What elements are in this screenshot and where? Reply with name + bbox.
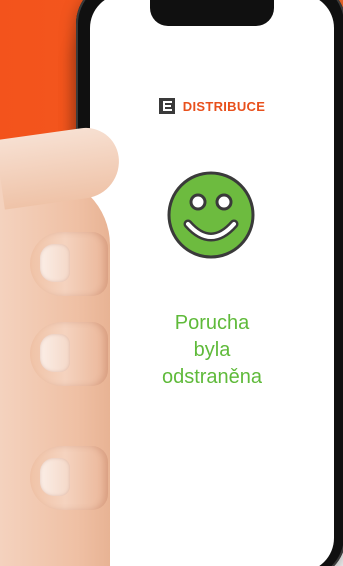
photo-scene: DISTRIBUCE Porucha byla odstraněna xyxy=(0,0,343,566)
status-line-2: byla xyxy=(193,339,231,361)
index-finger xyxy=(30,232,108,296)
fingernail xyxy=(40,334,70,372)
phone-notch xyxy=(150,0,274,26)
middle-finger xyxy=(30,322,108,386)
fingernail xyxy=(40,458,70,496)
smiley-face-icon xyxy=(167,171,255,259)
phone-screen: DISTRIBUCE Porucha byla odstraněna xyxy=(90,0,334,566)
cez-logo-mark-icon xyxy=(158,98,175,114)
ring-finger xyxy=(30,446,108,510)
fingernail xyxy=(40,244,70,282)
status-message: Porucha byla odstraněna xyxy=(90,310,334,391)
brand-logo: DISTRIBUCE xyxy=(90,98,334,114)
status-line-3: odstraněna xyxy=(161,366,263,388)
brand-name: DISTRIBUCE xyxy=(182,98,266,114)
status-line-1: Porucha xyxy=(174,312,250,334)
